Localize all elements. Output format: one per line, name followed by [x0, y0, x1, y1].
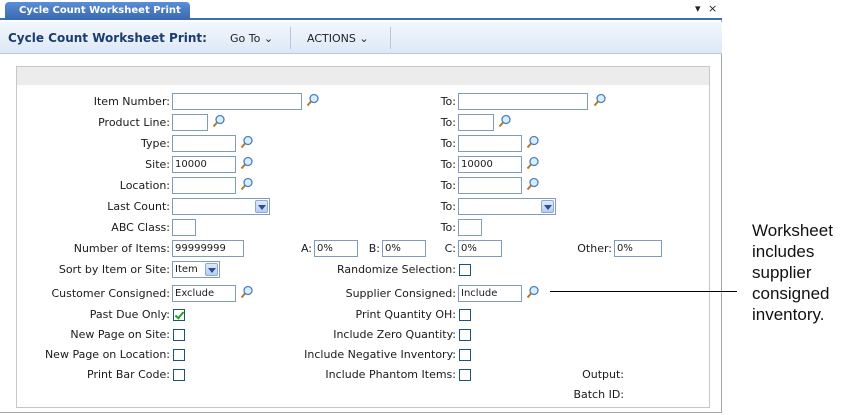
product-line-to-label: To:	[440, 116, 456, 129]
output-label: Output:	[582, 368, 624, 381]
magnifier-icon[interactable]	[593, 93, 607, 107]
product-line-to-field[interactable]	[458, 114, 494, 131]
last-count-to-label: To:	[440, 200, 456, 213]
actions-menu[interactable]: ACTIONS ⌄	[307, 32, 369, 45]
sort-by-select[interactable]: Item	[172, 261, 220, 278]
include-zero-quantity-checkbox[interactable]	[459, 329, 471, 341]
tab-bar: Cycle Count Worksheet Print ▾ ×	[0, 0, 722, 20]
goto-menu[interactable]: Go To ⌄	[230, 32, 273, 45]
print-quantity-oh-label: Print Quantity OH:	[355, 308, 456, 321]
past-due-only-checkbox[interactable]	[173, 309, 185, 321]
print-bar-code-checkbox[interactable]	[173, 369, 185, 381]
include-negative-inventory-checkbox[interactable]	[459, 349, 471, 361]
magnifier-icon[interactable]	[306, 93, 320, 107]
other-percent-field[interactable]: 0%	[614, 240, 662, 257]
include-negative-inventory-label: Include Negative Inventory:	[304, 348, 456, 361]
type-to-label: To:	[440, 137, 456, 150]
magnifier-icon[interactable]	[526, 177, 540, 191]
abc-class-label: ABC Class:	[111, 221, 170, 234]
site-to-field[interactable]: 10000	[458, 156, 522, 173]
site-label: Site:	[145, 158, 170, 171]
magnifier-icon[interactable]	[240, 135, 254, 149]
type-to-field[interactable]	[458, 135, 522, 152]
app-window: Cycle Count Worksheet Print ▾ × Cycle Co…	[0, 0, 722, 413]
chevron-down-icon[interactable]	[541, 200, 554, 213]
magnifier-icon[interactable]	[498, 114, 512, 128]
customer-consigned-label: Customer Consigned:	[51, 287, 170, 300]
close-icon[interactable]: ×	[708, 2, 717, 15]
new-page-on-location-label: New Page on Location:	[44, 348, 170, 361]
panel-header	[17, 67, 709, 85]
supplier-consigned-field[interactable]: Include	[458, 285, 522, 302]
location-field[interactable]	[172, 177, 236, 194]
menu-divider	[290, 27, 291, 49]
magnifier-icon[interactable]	[526, 156, 540, 170]
site-field[interactable]: 10000	[172, 156, 236, 173]
abc-class-to-field[interactable]	[458, 219, 482, 236]
page-header: Cycle Count Worksheet Print: Go To ⌄ ACT…	[0, 22, 722, 54]
print-quantity-oh-checkbox[interactable]	[459, 309, 471, 321]
chevron-down-icon[interactable]	[205, 263, 218, 276]
magnifier-icon[interactable]	[240, 156, 254, 170]
abc-class-field[interactable]	[172, 219, 196, 236]
item-number-to-field[interactable]	[458, 93, 588, 110]
type-label: Type:	[141, 137, 170, 150]
menu-divider	[390, 27, 391, 49]
include-zero-quantity-label: Include Zero Quantity:	[333, 328, 456, 341]
customer-consigned-field[interactable]: Exclude	[172, 285, 236, 302]
sort-by-label: Sort by Item or Site:	[58, 263, 170, 276]
location-label: Location:	[119, 179, 170, 192]
product-line-field[interactable]	[172, 114, 208, 131]
magnifier-icon[interactable]	[212, 114, 226, 128]
include-phantom-items-label: Include Phantom Items:	[325, 368, 456, 381]
sort-by-value: Item	[175, 264, 198, 275]
callout-text: Worksheet includes supplier consigned in…	[752, 221, 833, 324]
page-title: Cycle Count Worksheet Print:	[8, 31, 207, 45]
magnifier-icon[interactable]	[240, 177, 254, 191]
include-phantom-items-checkbox[interactable]	[459, 369, 471, 381]
item-number-field[interactable]	[172, 93, 302, 110]
item-number-to-label: To:	[440, 95, 456, 108]
c-percent-label: C:	[444, 242, 456, 255]
print-bar-code-label: Print Bar Code:	[87, 368, 170, 381]
c-percent-field[interactable]: 0%	[458, 240, 502, 257]
a-percent-field[interactable]: 0%	[314, 240, 358, 257]
magnifier-icon[interactable]	[526, 285, 540, 299]
randomize-selection-checkbox[interactable]	[459, 264, 471, 276]
product-line-label: Product Line:	[98, 116, 170, 129]
past-due-only-label: Past Due Only:	[89, 308, 170, 321]
new-page-on-location-checkbox[interactable]	[173, 349, 185, 361]
tab-cycle-count-worksheet-print[interactable]: Cycle Count Worksheet Print	[5, 2, 190, 20]
b-percent-field[interactable]: 0%	[382, 240, 426, 257]
type-field[interactable]	[172, 135, 236, 152]
supplier-consigned-label: Supplier Consigned:	[345, 287, 456, 300]
location-to-label: To:	[440, 179, 456, 192]
batch-id-label: Batch ID:	[573, 388, 624, 401]
last-count-label: Last Count:	[107, 200, 170, 213]
location-to-field[interactable]	[458, 177, 522, 194]
number-of-items-label: Number of Items:	[73, 242, 170, 255]
a-percent-label: A:	[300, 242, 312, 255]
callout-line	[550, 291, 737, 292]
last-count-select[interactable]	[172, 198, 270, 215]
new-page-on-site-label: New Page on Site:	[70, 328, 170, 341]
last-count-to-select[interactable]	[458, 198, 556, 215]
magnifier-icon[interactable]	[526, 135, 540, 149]
chevron-down-icon[interactable]	[255, 200, 268, 213]
new-page-on-site-checkbox[interactable]	[173, 329, 185, 341]
abc-class-to-label: To:	[440, 221, 456, 234]
magnifier-icon[interactable]	[240, 285, 254, 299]
b-percent-label: B:	[368, 242, 380, 255]
number-of-items-field[interactable]: 99999999	[172, 240, 244, 257]
other-percent-label: Other:	[577, 242, 612, 255]
site-to-label: To:	[440, 158, 456, 171]
item-number-label: Item Number:	[93, 95, 170, 108]
tab-menu-icon[interactable]: ▾	[695, 2, 701, 15]
randomize-selection-label: Randomize Selection:	[336, 263, 456, 276]
